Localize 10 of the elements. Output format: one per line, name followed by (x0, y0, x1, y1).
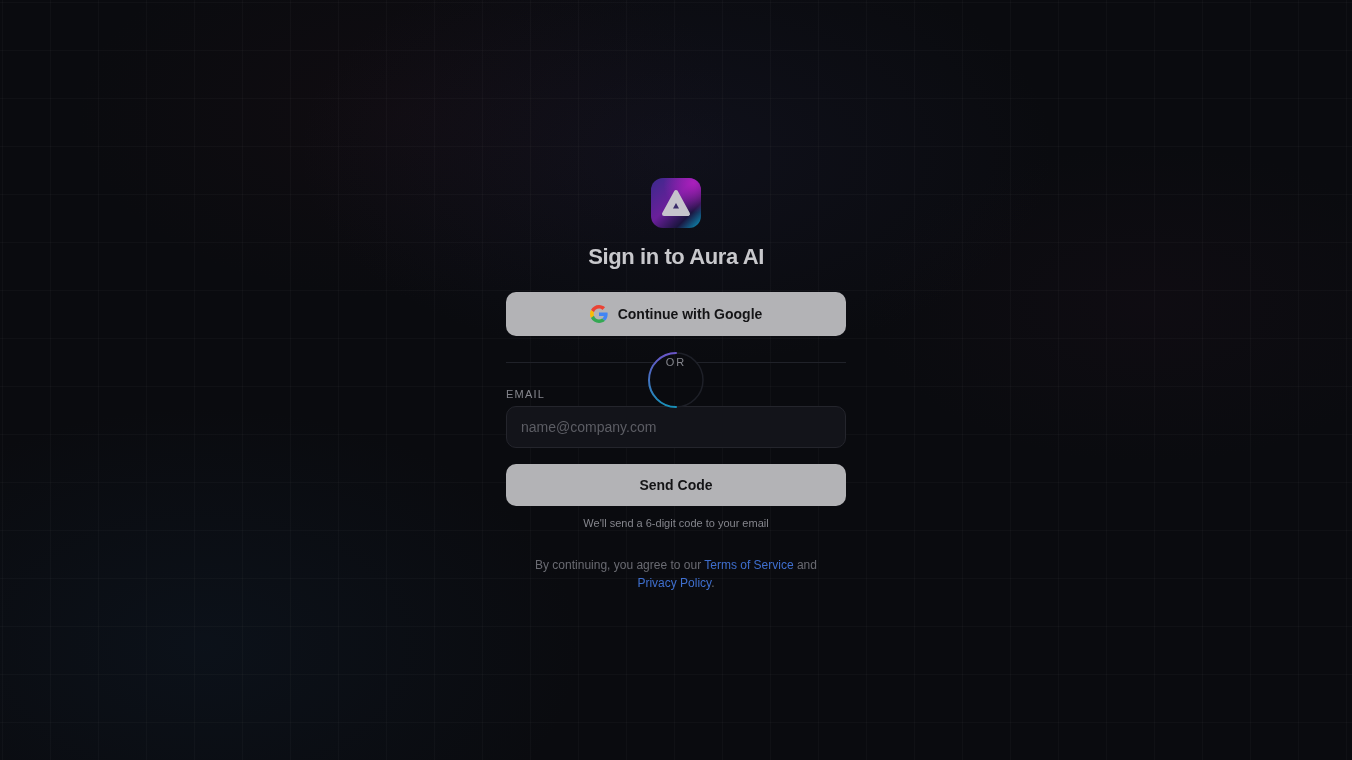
google-button[interactable]: Continue with Google (506, 292, 846, 336)
hint-text: We'll send a 6-digit code to your email (582, 516, 770, 530)
send-code-button[interactable]: Send Code (506, 464, 846, 506)
field-label: EMAIL (506, 387, 545, 401)
divider-label: OR (665, 355, 687, 369)
legal-text: By continuing, you agree to our Terms of Service and Privacy Policy. (534, 557, 818, 592)
email-field[interactable]: name@company.com (506, 406, 846, 448)
policy-link[interactable]: Terms of Service (704, 558, 794, 572)
g-logo-icon (589, 305, 608, 323)
page-title: Sign in to Aura AI (587, 243, 765, 271)
